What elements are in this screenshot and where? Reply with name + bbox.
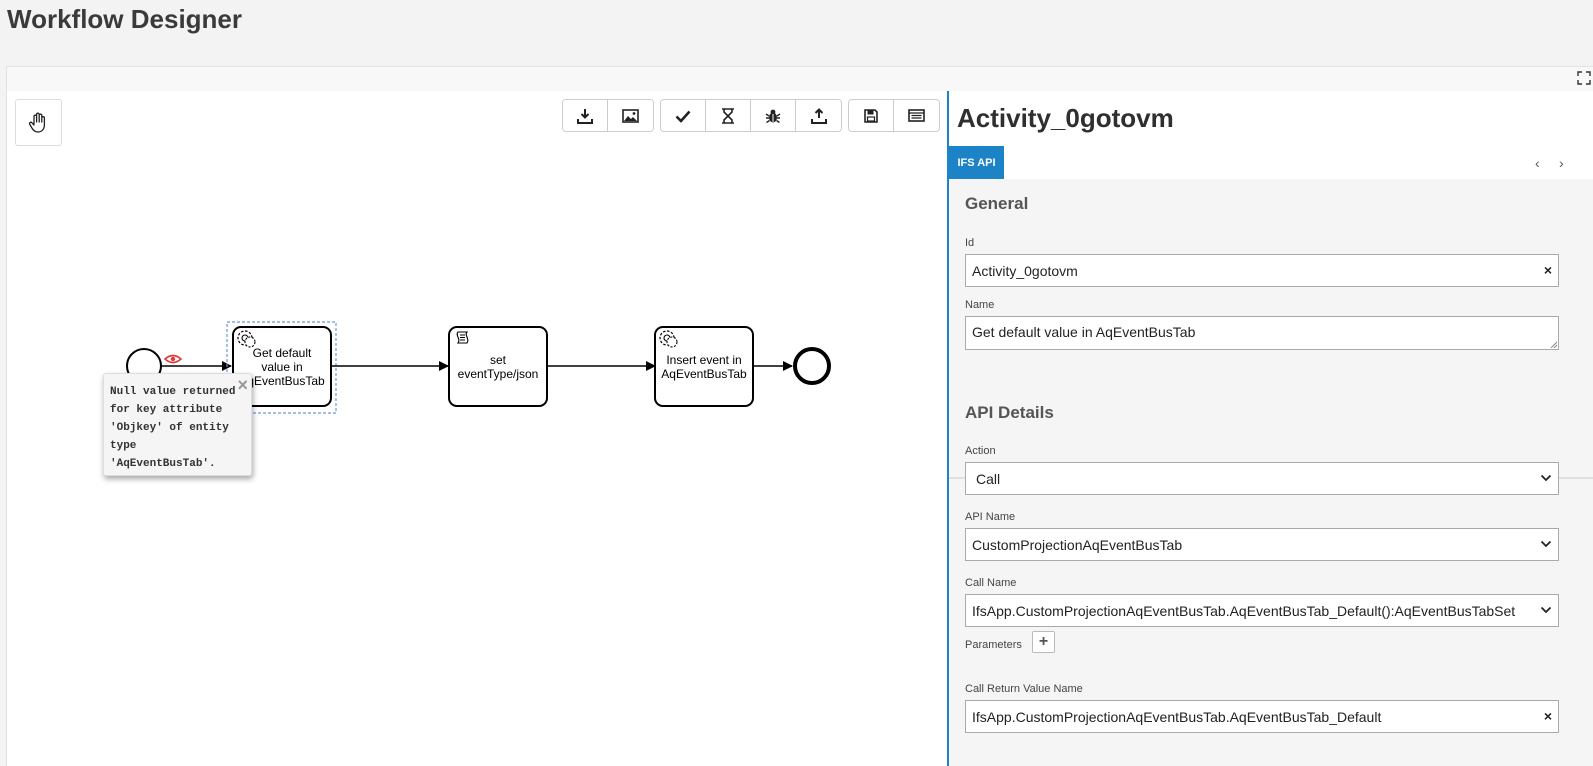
api-name-select[interactable]: CustomProjectionAqEventBusTab (965, 528, 1559, 561)
end-event[interactable] (793, 347, 831, 385)
name-textarea[interactable]: Get default value in AqEventBusTab (965, 316, 1559, 350)
eye-icon[interactable] (163, 354, 183, 364)
tooltip-close-button[interactable]: × (237, 376, 248, 394)
action-label: Action (965, 445, 996, 457)
tab-prev-button[interactable]: ‹ (1535, 155, 1540, 171)
fullscreen-icon[interactable] (1577, 71, 1591, 85)
name-label: Name (965, 299, 995, 311)
tab-ifs-api[interactable]: IFS API (949, 146, 1004, 179)
action-select[interactable]: Call (965, 462, 1559, 495)
call-name-label: Call Name (965, 577, 1017, 589)
id-label: Id (965, 237, 975, 249)
api-name-value: CustomProjectionAqEventBusTab (972, 536, 1183, 553)
designer-card: Get default value in AqEventBusTab set e… (6, 66, 1593, 766)
return-clear-button[interactable]: × (1544, 708, 1552, 724)
chevron-down-icon (1540, 474, 1552, 482)
validation-tooltip: × Null value returned for key attribute … (103, 373, 252, 476)
chevron-down-icon (1540, 606, 1552, 614)
call-name-value: IfsApp.CustomProjectionAqEventBusTab.AqE… (972, 602, 1516, 619)
id-field[interactable]: Activity_0gotovm × (965, 254, 1559, 287)
return-value-field[interactable]: IfsApp.CustomProjectionAqEventBusTab.AqE… (965, 700, 1559, 733)
section-api-heading: API Details (965, 403, 1054, 422)
chevron-down-icon (1540, 540, 1552, 548)
api-name-label: API Name (965, 511, 1016, 523)
call-name-select[interactable]: IfsApp.CustomProjectionAqEventBusTab.AqE… (965, 594, 1559, 627)
task-label: set eventType/json (457, 353, 539, 381)
id-value: Activity_0gotovm (972, 262, 1078, 279)
properties-panel: Activity_0gotovm IFS API ‹ › General Id … (947, 91, 1593, 766)
panel-title: Activity_0gotovm (957, 103, 1174, 133)
action-value: Call (976, 470, 1001, 487)
return-value-label: Call Return Value Name (965, 683, 1083, 695)
page-title: Workflow Designer (7, 4, 243, 34)
task-label: Insert event in AqEventBusTab (661, 353, 747, 381)
resize-handle-icon[interactable] (1550, 341, 1557, 348)
tab-next-button[interactable]: › (1559, 155, 1564, 171)
card-header-strip (7, 67, 1593, 91)
tooltip-message: Null value returned for key attribute 'O… (110, 386, 236, 470)
name-value: Get default value in AqEventBusTab (972, 324, 1196, 340)
section-general-heading: General (965, 194, 1029, 213)
panel-body: General Id Activity_0gotovm × Name Get d… (949, 179, 1593, 766)
id-clear-button[interactable]: × (1544, 262, 1552, 278)
parameters-label: Parameters (965, 639, 1022, 651)
task-label: Get default value in AqEventBusTab (239, 346, 325, 388)
add-parameter-button[interactable]: + (1032, 631, 1055, 653)
diagram-canvas[interactable]: Get default value in AqEventBusTab set e… (7, 91, 947, 766)
return-value: IfsApp.CustomProjectionAqEventBusTab.AqE… (972, 708, 1382, 725)
